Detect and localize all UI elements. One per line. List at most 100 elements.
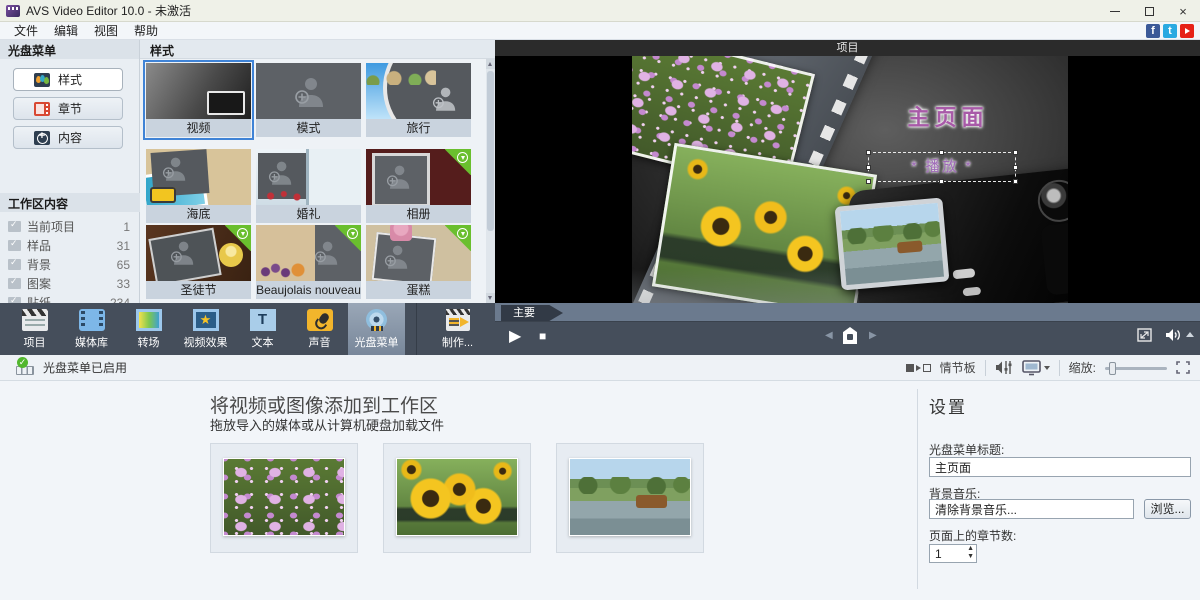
stepper-down-icon[interactable]: ▼ bbox=[967, 553, 974, 561]
styles-panel-header: 样式 bbox=[140, 40, 495, 59]
storyboard-label[interactable]: 情节板 bbox=[940, 359, 976, 376]
workspace-thumbnail-sunflowers[interactable] bbox=[383, 443, 531, 553]
style-thumbnail-undersea[interactable]: 海底 bbox=[146, 149, 251, 223]
fullscreen-button[interactable] bbox=[1137, 328, 1152, 342]
youtube-icon[interactable] bbox=[1180, 24, 1194, 38]
stepper-up-icon[interactable]: ▲ bbox=[967, 545, 974, 553]
person-placeholder-icon bbox=[384, 243, 408, 269]
toolbar-disc-menu[interactable]: 光盘菜单 bbox=[348, 303, 405, 355]
toolbar-sound[interactable]: 声音 bbox=[291, 303, 348, 355]
person-placeholder-icon bbox=[386, 163, 410, 189]
sidebar-item-samples[interactable]: 样品 31 bbox=[0, 236, 140, 255]
workspace-thumbnail-river[interactable] bbox=[556, 443, 704, 553]
facebook-icon[interactable]: f bbox=[1146, 24, 1160, 38]
style-thumbnail-travel[interactable]: 旅行 bbox=[366, 63, 471, 137]
selection-handle[interactable] bbox=[1013, 150, 1018, 155]
toolbar-transitions[interactable]: 转场 bbox=[120, 303, 177, 355]
chapters-count-stepper[interactable]: 1 ▲ ▼ bbox=[929, 544, 977, 563]
selection-handle[interactable] bbox=[1013, 165, 1018, 170]
dual-screen-icon[interactable] bbox=[1022, 360, 1050, 376]
minimize-button[interactable] bbox=[1098, 0, 1132, 22]
tab-main[interactable]: 主要 bbox=[501, 305, 563, 321]
selection-handle[interactable] bbox=[939, 150, 944, 155]
sidebar-button-styles[interactable]: 样式 bbox=[13, 68, 123, 91]
style-thumbnail-saints-day[interactable]: 圣徒节 bbox=[146, 225, 251, 299]
fit-to-screen-icon[interactable] bbox=[1176, 361, 1190, 374]
transition-icon bbox=[136, 309, 162, 331]
menu-edit[interactable]: 编辑 bbox=[46, 22, 86, 39]
storyboard-icon[interactable] bbox=[906, 364, 931, 372]
thumbnail-image bbox=[146, 149, 251, 205]
style-thumbnail-mode[interactable]: 模式 bbox=[256, 63, 361, 137]
item-count: 65 bbox=[117, 258, 130, 272]
toolbar-media-library[interactable]: 媒体库 bbox=[63, 303, 120, 355]
menu-file[interactable]: 文件 bbox=[6, 22, 46, 39]
toolbar-projects[interactable]: 项目 bbox=[6, 303, 63, 355]
person-placeholder-icon bbox=[162, 155, 186, 181]
sidebar-item-patterns[interactable]: 图案 33 bbox=[0, 274, 140, 293]
scroll-up-icon[interactable] bbox=[486, 59, 495, 69]
app-logo-icon bbox=[6, 5, 20, 17]
audio-mixer-icon[interactable] bbox=[995, 360, 1013, 375]
sidebar-button-label: 内容 bbox=[58, 129, 82, 146]
stop-button[interactable]: ■ bbox=[539, 329, 546, 343]
caret-down-icon bbox=[1044, 366, 1050, 370]
vertical-scrollbar[interactable] bbox=[486, 59, 495, 303]
sidebar-item-current-project[interactable]: 当前项目 1 bbox=[0, 217, 140, 236]
style-thumbnail-cake[interactable]: 蛋糕 bbox=[366, 225, 471, 299]
style-thumbnail-wedding[interactable]: 婚礼 bbox=[256, 149, 361, 223]
selection-handle[interactable] bbox=[1013, 179, 1018, 184]
toolbar-video-effects[interactable]: ★ 视频效果 bbox=[177, 303, 234, 355]
video-preview[interactable]: 主页面 * 播放 * bbox=[632, 56, 1068, 303]
menu-view[interactable]: 视图 bbox=[86, 22, 126, 39]
maximize-button[interactable] bbox=[1132, 0, 1166, 22]
volume-caret-icon[interactable] bbox=[1186, 332, 1194, 337]
selection-handle[interactable] bbox=[939, 179, 944, 184]
background-music-input[interactable] bbox=[929, 499, 1134, 519]
divider bbox=[1059, 360, 1060, 376]
person-placeholder-icon bbox=[268, 159, 292, 185]
menu-help[interactable]: 帮助 bbox=[126, 22, 166, 39]
produce-icon bbox=[446, 309, 470, 331]
next-chapter-button[interactable]: ▶ bbox=[869, 330, 877, 341]
chapters-icon bbox=[34, 102, 50, 116]
star-effect-icon: ★ bbox=[193, 309, 219, 331]
folder-icon bbox=[8, 221, 21, 232]
volume-button[interactable] bbox=[1165, 328, 1182, 342]
download-badge-icon bbox=[445, 149, 471, 175]
twitter-icon[interactable]: t bbox=[1163, 24, 1177, 38]
scrollbar-thumb[interactable] bbox=[487, 71, 494, 231]
sidebar-header: 光盘菜单 bbox=[0, 40, 139, 59]
download-badge-icon bbox=[225, 225, 251, 251]
thumbnail-image bbox=[256, 149, 361, 205]
style-thumbnail-album[interactable]: 相册 bbox=[366, 149, 471, 223]
chapter-marker-icon[interactable] bbox=[843, 327, 857, 344]
selection-handle[interactable] bbox=[866, 165, 871, 170]
play-button[interactable]: ▶ bbox=[509, 326, 521, 346]
style-thumbnail-video[interactable]: 视频 bbox=[146, 63, 251, 137]
selection-handle[interactable] bbox=[866, 179, 871, 184]
workspace-thumbnail-flowers[interactable] bbox=[210, 443, 358, 553]
toolbar-text[interactable]: T 文本 bbox=[234, 303, 291, 355]
sidebar-button-chapters[interactable]: 章节 bbox=[13, 97, 123, 120]
zoom-slider-thumb[interactable] bbox=[1109, 362, 1116, 375]
scroll-down-icon[interactable] bbox=[486, 293, 495, 303]
zoom-slider[interactable] bbox=[1105, 361, 1167, 375]
play-button-text[interactable]: * 播放 * bbox=[869, 153, 1015, 181]
content-icon bbox=[34, 131, 50, 145]
thumbnail-image bbox=[146, 225, 251, 281]
sidebar-button-content[interactable]: 内容 bbox=[13, 126, 123, 149]
style-thumbnail-beaujolais[interactable]: Beaujolais nouveau bbox=[256, 225, 361, 299]
disc-menu-enabled-icon: ✓ bbox=[16, 360, 36, 375]
person-placeholder-icon bbox=[170, 239, 194, 265]
previous-chapter-button[interactable]: ◀ bbox=[825, 330, 833, 341]
play-button-selection[interactable]: * 播放 * bbox=[868, 152, 1016, 182]
selection-handle[interactable] bbox=[866, 150, 871, 155]
toolbar-produce[interactable]: 制作... bbox=[429, 303, 486, 355]
close-button[interactable]: × bbox=[1166, 0, 1200, 22]
workspace-title: 将视频或图像添加到工作区 bbox=[210, 391, 438, 418]
thumbnail-image bbox=[366, 63, 471, 119]
menu-title-input[interactable] bbox=[929, 457, 1191, 477]
browse-button[interactable]: 浏览... bbox=[1144, 499, 1191, 519]
sidebar-item-backgrounds[interactable]: 背景 65 bbox=[0, 255, 140, 274]
